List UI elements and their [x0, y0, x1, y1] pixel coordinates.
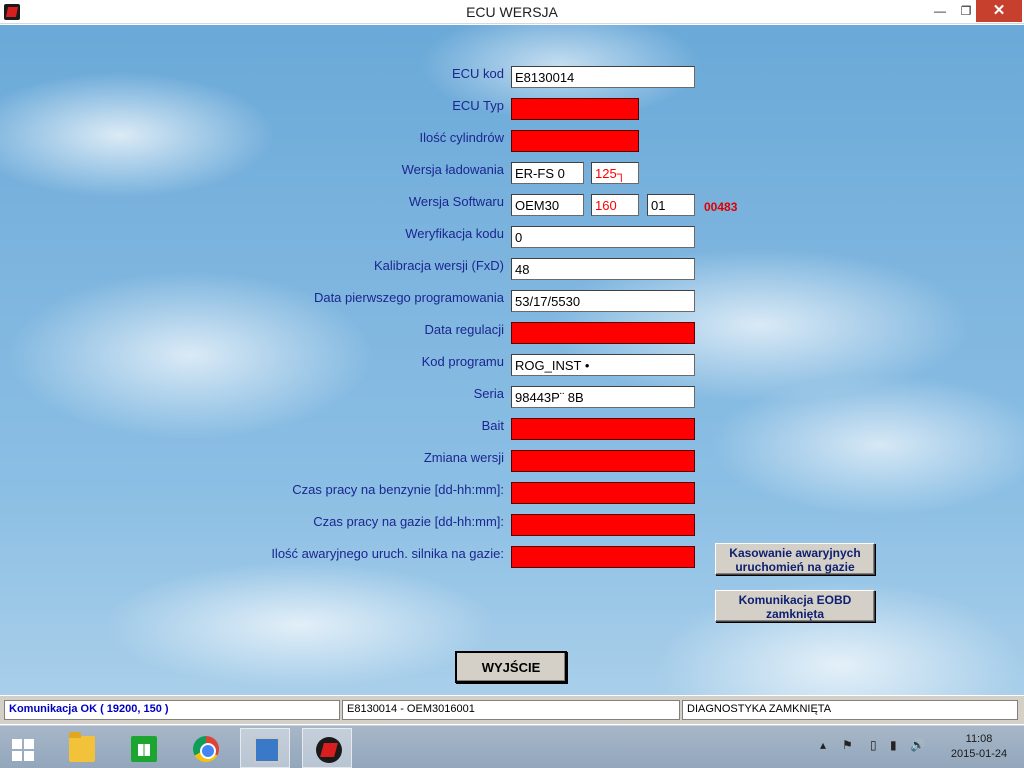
close-button[interactable]: ✕ — [976, 0, 1022, 22]
taskbar: ▴ ⚑ ▯ ▮ 🔊 11:08 2015-01-24 — [0, 725, 1024, 768]
status-bar: Komunikacja OK ( 19200, 150 ) E8130014 -… — [0, 695, 1024, 724]
field-wersja-softwaru-2[interactable]: 160 — [591, 194, 639, 216]
label-czas-pracy-gaz: Czas pracy na gazie [dd-hh:mm]: — [313, 514, 504, 529]
label-weryfikacja-kodu: Weryfikacja kodu — [405, 226, 504, 241]
label-ecu-typ: ECU Typ — [452, 98, 504, 113]
taskbar-clock[interactable]: 11:08 2015-01-24 — [944, 732, 1014, 762]
field-ilosc-awaryjnego-uruchomienia[interactable] — [511, 546, 695, 568]
volume-icon[interactable]: 🔊 — [910, 738, 925, 752]
field-bait[interactable] — [511, 418, 695, 440]
field-seria[interactable]: 98443P¨ 8B — [511, 386, 695, 408]
chrome-icon — [193, 736, 219, 762]
clock-time: 11:08 — [965, 733, 993, 745]
label-czas-pracy-benzyna: Czas pracy na benzynie [dd-hh:mm]: — [292, 482, 504, 497]
battery-icon[interactable]: ▯ — [870, 738, 877, 752]
label-ecu-kod: ECU kod — [451, 66, 504, 81]
diagnostic-app-icon — [316, 737, 342, 763]
field-ecu-typ[interactable] — [511, 98, 639, 120]
field-wersja-ladowania-2[interactable]: 125┐ — [591, 162, 639, 184]
action-center-flag-icon[interactable]: ⚑ — [842, 738, 853, 752]
store-icon — [131, 736, 157, 762]
start-button[interactable] — [0, 728, 50, 768]
field-ecu-kod[interactable]: E8130014 — [511, 66, 695, 88]
label-wersja-softwaru: Wersja Softwaru — [408, 194, 504, 209]
field-zmiana-wersji[interactable] — [511, 450, 695, 472]
taskbar-chrome[interactable] — [180, 728, 230, 768]
field-kod-programu[interactable]: ROG_INST • — [511, 354, 695, 376]
status-ecu-id: E8130014 - OEM3016001 — [342, 700, 680, 720]
remote-pc-icon — [254, 737, 280, 763]
field-weryfikacja-kodu[interactable]: 0 — [511, 226, 695, 248]
label-bait: Bait — [481, 418, 504, 433]
taskbar-remote-pc[interactable] — [240, 728, 290, 768]
network-signal-icon[interactable]: ▮ — [890, 738, 897, 752]
windows-start-icon — [12, 739, 34, 761]
status-diagnostics: DIAGNOSTYKA ZAMKNIĘTA — [682, 700, 1018, 720]
taskbar-diagnostic-app[interactable] — [302, 728, 352, 768]
ecu-version-form: ECU kod E8130014 ECU Typ Ilość cylindrów… — [0, 25, 1024, 695]
label-ilosc-cylindrow: Ilość cylindrów — [419, 130, 504, 145]
field-data-pierwszego-programowania[interactable]: 53/17/5530 — [511, 290, 695, 312]
taskbar-store[interactable] — [118, 728, 168, 768]
field-wersja-softwaru[interactable]: OEM30 — [511, 194, 584, 216]
label-data-regulacji: Data regulacji — [424, 322, 505, 337]
label-ilosc-awaryjnego-uruchomienia: Ilość awaryjnego uruch. silnika na gazie… — [271, 546, 504, 561]
eobd-communication-button[interactable]: Komunikacja EOBD zamknięta — [715, 590, 875, 622]
status-communication: Komunikacja OK ( 19200, 150 ) — [4, 700, 340, 720]
field-data-regulacji[interactable] — [511, 322, 695, 344]
field-kalibracja-wersji[interactable]: 48 — [511, 258, 695, 280]
field-czas-pracy-benzyna[interactable] — [511, 482, 695, 504]
reset-emergency-starts-button[interactable]: Kasowanie awaryjnych uruchomień na gazie — [715, 543, 875, 575]
title-bar: ECU WERSJA — ❐ ✕ — [0, 0, 1024, 24]
file-explorer-icon — [69, 732, 95, 762]
clock-date: 2015-01-24 — [950, 748, 1008, 760]
label-zmiana-wersji: Zmiana wersji — [423, 450, 504, 465]
label-kalibracja-wersji: Kalibracja wersji (FxD) — [373, 258, 504, 273]
taskbar-file-explorer[interactable] — [56, 728, 106, 768]
field-czas-pracy-gaz[interactable] — [511, 514, 695, 536]
field-ilosc-cylindrow[interactable] — [511, 130, 639, 152]
label-seria: Seria — [473, 386, 504, 401]
field-wersja-softwaru-3[interactable]: 01 — [647, 194, 695, 216]
window-title: ECU WERSJA — [466, 4, 558, 20]
field-wersja-ladowania[interactable]: ER-FS 0 — [511, 162, 584, 184]
tray-expand-icon[interactable]: ▴ — [820, 738, 826, 752]
label-data-pierwszego-programowania: Data pierwszego programowania — [313, 290, 504, 305]
label-kod-programu: Kod programu — [421, 354, 504, 369]
label-wersja-ladowania: Wersja ładowania — [401, 162, 504, 177]
software-checksum-text: 00483 — [704, 200, 738, 214]
exit-button[interactable]: WYJŚCIE — [455, 651, 567, 683]
